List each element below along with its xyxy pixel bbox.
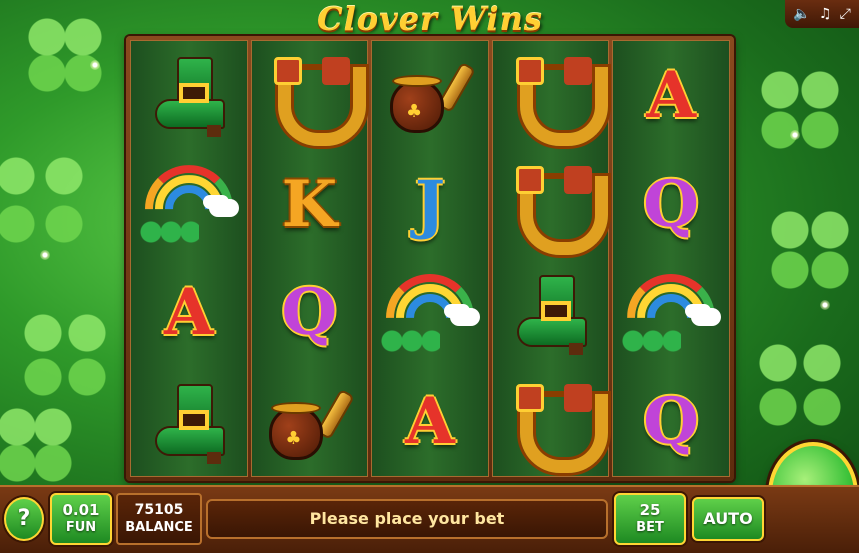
boot-icon — [511, 271, 591, 355]
rainbow-icon — [138, 159, 239, 249]
coin-value-button[interactable]: 0.01 FUN — [50, 493, 112, 545]
auto-button[interactable]: AUTO — [692, 497, 764, 541]
reel-cell — [493, 259, 609, 368]
background-clover — [760, 200, 859, 300]
reel-cell: J — [372, 150, 488, 259]
balance-label: BALANCE — [125, 520, 193, 535]
background-clover — [20, 10, 110, 100]
symbol-q: Q — [281, 275, 338, 351]
boot-icon — [149, 380, 229, 464]
symbol-q: Q — [643, 384, 700, 460]
boot-icon — [149, 53, 229, 138]
horseshoe-icon — [514, 380, 608, 473]
symbol-a: A — [646, 57, 696, 133]
bet-label: BET — [636, 520, 664, 535]
horseshoe-icon — [272, 53, 367, 147]
background-clover — [750, 60, 850, 160]
symbol-k: K — [281, 166, 338, 242]
symbol-j: J — [414, 166, 446, 242]
reel-cell: ♣ — [252, 367, 368, 476]
symbol-a: A — [163, 275, 214, 351]
balance-display: 75105 BALANCE — [116, 493, 202, 545]
reel-cell — [613, 259, 729, 368]
game-title: Clover Wins — [317, 0, 543, 38]
reels: A K Q ♣ ♣ J A A Q Q — [130, 40, 730, 477]
pipe-icon: ♣ — [382, 53, 478, 137]
reel-cell — [252, 41, 368, 150]
background-clover — [0, 400, 80, 490]
sparkle — [40, 250, 50, 260]
horseshoe-icon — [514, 53, 608, 147]
background-clover — [10, 300, 120, 410]
sparkle — [790, 130, 800, 140]
reel-cell — [493, 150, 609, 259]
background-clover — [0, 140, 100, 260]
symbol-a: A — [405, 384, 455, 460]
reel-4 — [491, 40, 610, 477]
reel-3: ♣ J A — [371, 40, 489, 477]
sparkle — [90, 60, 100, 70]
bottom-bar: ? 0.01 FUN 75105 BALANCE Please place yo… — [0, 485, 859, 553]
reel-cell — [131, 150, 247, 259]
fullscreen-icon[interactable]: ⤢ — [840, 6, 851, 22]
reel-cell — [493, 367, 609, 476]
reel-cell: Q — [252, 259, 368, 368]
pipe-icon: ♣ — [261, 380, 357, 464]
reel-cell: A — [372, 367, 488, 476]
coin-value: 0.01 — [62, 501, 100, 519]
reel-1: A — [130, 40, 248, 477]
rainbow-icon — [621, 268, 722, 358]
bet-value: 25 — [639, 501, 661, 519]
reel-cell: A — [131, 259, 247, 368]
reel-5: AQQ — [612, 40, 730, 477]
reel-cell: Q — [613, 150, 729, 259]
horseshoe-icon — [514, 162, 608, 256]
symbol-q: Q — [643, 166, 700, 242]
top-controls: 🔈 ♫ ⤢ — [785, 0, 859, 28]
bet-button[interactable]: 25 BET — [614, 493, 686, 545]
sparkle — [820, 300, 830, 310]
reel-cell — [493, 41, 609, 150]
reel-cell — [372, 259, 488, 368]
speaker-icon[interactable]: 🔈 — [793, 6, 810, 22]
reel-cell: A — [613, 41, 729, 150]
reel-cell — [131, 41, 247, 150]
reel-cell: ♣ — [372, 41, 488, 150]
coin-label: FUN — [65, 520, 97, 535]
status-message: Please place your bet — [206, 499, 608, 539]
background-clover — [745, 330, 855, 440]
reel-2: K Q ♣ — [250, 40, 369, 477]
reel-cell: Q — [613, 367, 729, 476]
reel-cell — [131, 367, 247, 476]
music-note-icon[interactable]: ♫ — [819, 6, 832, 22]
rainbow-icon — [379, 268, 480, 358]
reels-frame: A K Q ♣ ♣ J A A Q Q — [126, 36, 734, 481]
reel-cell: K — [252, 150, 368, 259]
help-button[interactable]: ? — [4, 497, 44, 541]
balance-value: 75105 — [134, 502, 184, 518]
